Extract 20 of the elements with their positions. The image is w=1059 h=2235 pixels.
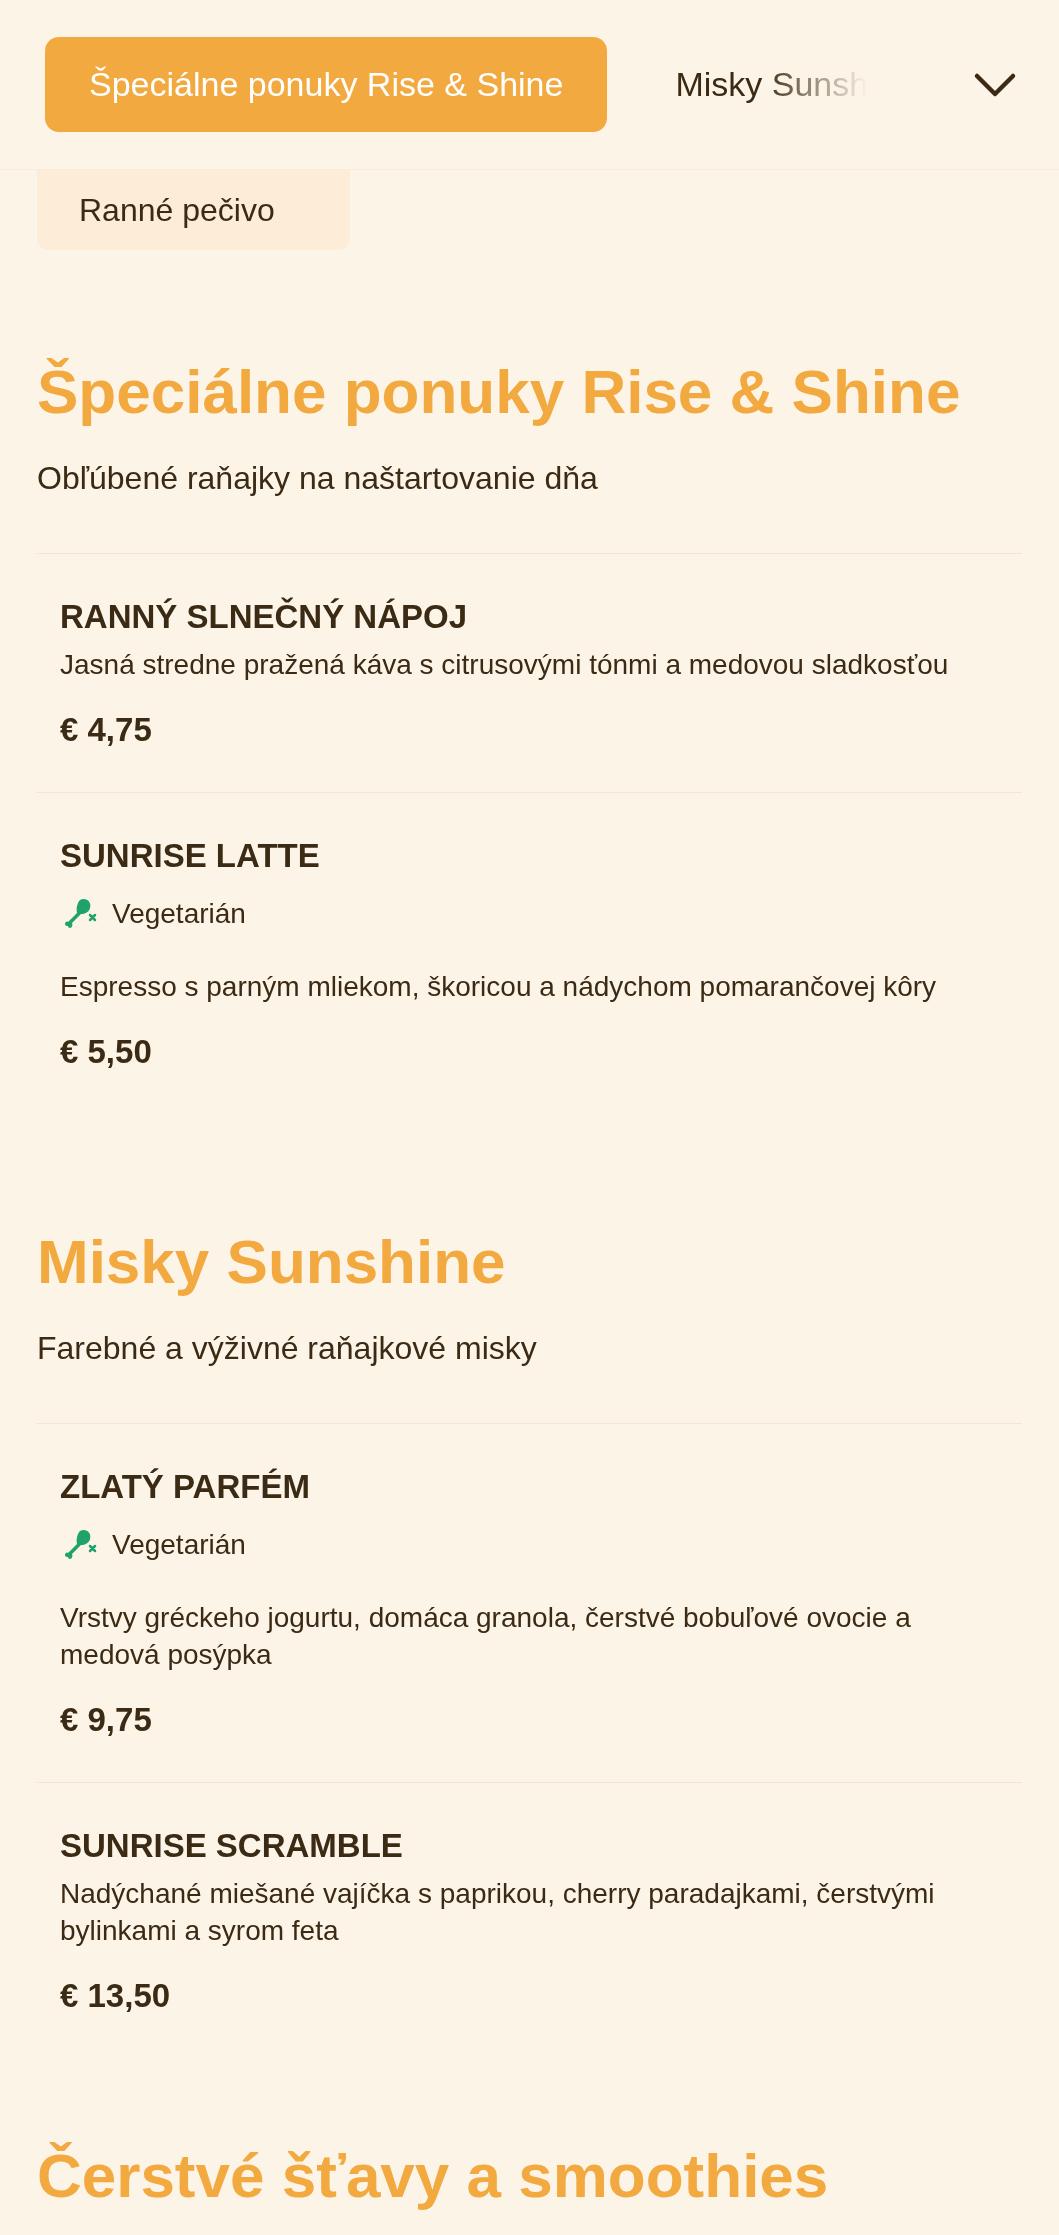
item-name: ZLATÝ PARFÉM	[60, 1467, 311, 1507]
section-title: Špeciálne ponuky Rise & Shine	[37, 356, 962, 428]
item-price: € 13,50	[60, 1976, 172, 2016]
item-name: SUNRISE SCRAMBLE	[60, 1826, 404, 1866]
item-description: Vrstvy gréckeho jogurtu, domáca granola, čerstvé bobuľové ovocie a medová posýpka	[60, 1601, 912, 1672]
section-title: Čerstvé šťavy a smoothies	[37, 2140, 830, 2212]
section-subtitle: Obľúbené raňajky na naštartovanie dňa	[37, 459, 599, 498]
item-price: € 5,50	[60, 1032, 153, 1072]
item-name: RANNÝ SLNEČNÝ NÁPOJ	[60, 597, 469, 637]
item-description: Espresso s parným mliekom, škoricou a nádychom pomarančovej kôry	[60, 970, 938, 1004]
item-description: Nadýchané miešané vajíčka s paprikou, cherry paradajkami, čerstvými bylinkami a syrom feta	[60, 1877, 936, 1948]
item-price: € 9,75	[60, 1700, 153, 1740]
tag-label: Vegetarián	[112, 897, 246, 931]
category-menu-item[interactable]: Ranné pečivo	[37, 170, 350, 250]
item-description: Jasná stredne pražená káva s citrusovými tónmi a medovou sladkosťou	[60, 648, 950, 682]
section-title: Misky Sunshine	[37, 1226, 507, 1298]
item-name: SUNRISE LATTE	[60, 836, 321, 876]
item-price: € 4,75	[60, 710, 153, 750]
section-subtitle: Farebné a výživné raňajkové misky	[37, 1329, 538, 1368]
tag-label: Vegetarián	[112, 1528, 246, 1562]
